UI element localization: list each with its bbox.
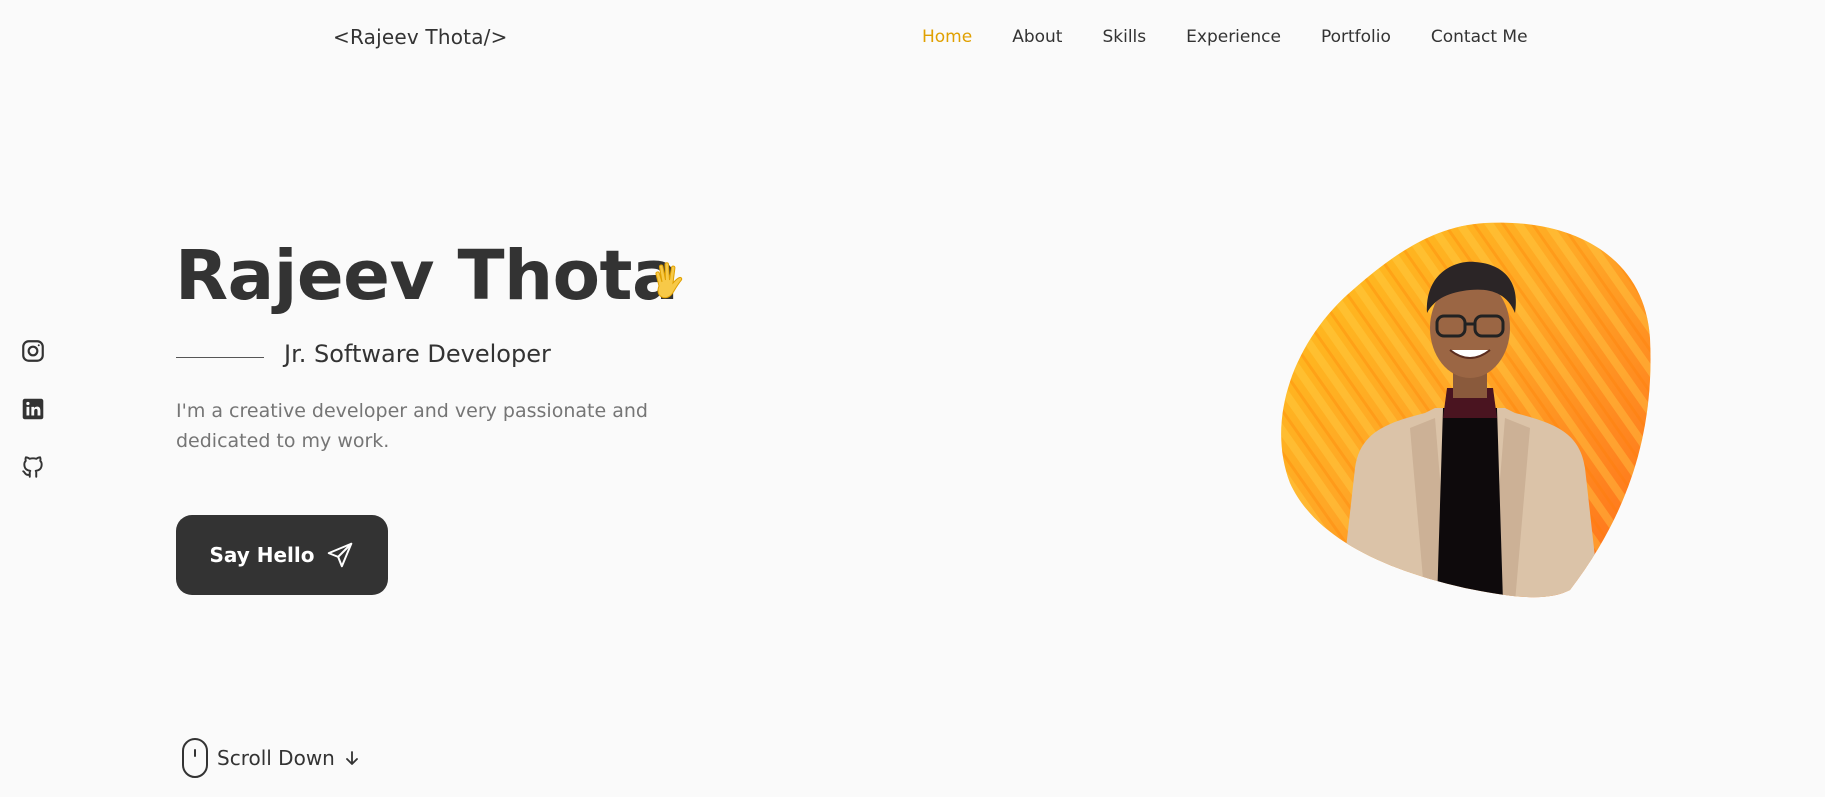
social-links — [20, 338, 46, 512]
mouse-icon — [182, 738, 208, 778]
say-hello-label: Say Hello — [209, 543, 315, 567]
waving-hand-icon — [645, 256, 697, 308]
scroll-down[interactable]: Scroll Down — [181, 737, 361, 779]
header: <Rajeev Thota/> Home About Skills Experi… — [0, 0, 1825, 76]
nav-contact[interactable]: Contact Me — [1431, 27, 1528, 47]
say-hello-button[interactable]: Say Hello — [176, 515, 388, 595]
logo[interactable]: <Rajeev Thota/> — [333, 25, 508, 49]
hero-role: Jr. Software Developer — [284, 340, 551, 368]
profile-blob — [1275, 218, 1655, 602]
nav-home[interactable]: Home — [922, 27, 972, 47]
instagram-icon[interactable] — [20, 338, 46, 364]
nav-experience[interactable]: Experience — [1186, 27, 1281, 47]
hero-description: I'm a creative developer and very passio… — [176, 400, 648, 452]
profile-photo — [1281, 222, 1651, 598]
page: <Rajeev Thota/> Home About Skills Experi… — [0, 0, 1825, 797]
linkedin-icon[interactable] — [20, 396, 46, 422]
scroll-down-label: Scroll Down — [217, 746, 335, 770]
send-icon — [325, 540, 355, 570]
nav-skills[interactable]: Skills — [1102, 27, 1146, 47]
github-icon[interactable] — [20, 454, 46, 480]
main-nav: Home About Skills Experience Portfolio C… — [922, 27, 1528, 47]
arrow-down-icon — [345, 751, 358, 765]
nav-portfolio[interactable]: Portfolio — [1321, 27, 1391, 47]
hero-name: Rajeev Thota — [175, 236, 679, 316]
nav-about[interactable]: About — [1012, 27, 1062, 47]
subtitle-divider — [176, 357, 264, 358]
